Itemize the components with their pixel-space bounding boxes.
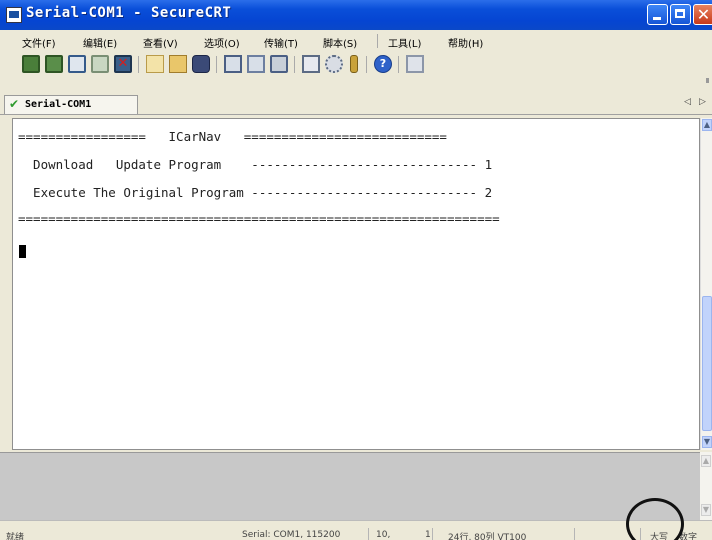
scroll-down-icon[interactable]: ▼ (702, 436, 712, 448)
menu-view[interactable]: 查看(V) (143, 35, 178, 50)
print-icon[interactable] (224, 55, 242, 73)
minimize-icon (653, 17, 661, 20)
tab-strip: ✔ Serial-COM1 ◁ ▷ (0, 94, 712, 115)
menu-tools[interactable]: 工具(L) (388, 35, 421, 50)
menu-separator (377, 34, 378, 48)
toolbar-separator (138, 56, 139, 73)
status-col: 1 (425, 530, 431, 540)
tab-scroll-right-icon[interactable]: ▷ (699, 97, 706, 107)
toolbar-overflow-icon[interactable] (706, 78, 709, 83)
menu-options[interactable]: 选项(O) (204, 35, 240, 50)
toolbar-separator (216, 56, 217, 73)
key-icon[interactable] (350, 55, 358, 73)
tab-serial-com1[interactable]: ✔ Serial-COM1 (4, 95, 138, 114)
securecrt-window: Serial-COM1 - SecureCRT ✕ 文件(F) 编辑(E) 查看… (0, 0, 712, 540)
toolbar-separator (398, 56, 399, 73)
menu-transfer[interactable]: 传输(T) (264, 35, 298, 50)
connect-icon[interactable] (22, 55, 40, 73)
status-separator (368, 528, 369, 540)
terminal-line: ========================================… (18, 211, 500, 226)
minimize-button[interactable] (647, 4, 668, 25)
menu-script[interactable]: 脚本(S) (323, 35, 357, 50)
terminal-cursor (19, 245, 26, 258)
menu-edit[interactable]: 编辑(E) (83, 35, 117, 50)
command-scroll-down-icon[interactable]: ▼ (701, 504, 711, 516)
menu-bar: 文件(F) 编辑(E) 查看(V) 选项(O) 传输(T) 脚本(S) 工具(L… (0, 30, 712, 52)
scrollbar-thumb[interactable] (702, 296, 712, 431)
maximize-button[interactable] (670, 4, 691, 25)
terminal-line: ================= ICarNav ==============… (18, 129, 447, 144)
status-connection: Serial: COM1, 115200 (242, 530, 341, 540)
status-bar: 就绪 Serial: COM1, 115200 10, 1 24行, 80列 V… (0, 520, 712, 540)
copy-icon[interactable] (146, 55, 164, 73)
toolbar-separator (366, 56, 367, 73)
command-scroll-up-icon[interactable]: ▲ (701, 455, 711, 467)
connect-in-tab-icon[interactable] (68, 55, 86, 73)
window-title: Serial-COM1 - SecureCRT (26, 5, 232, 21)
find-icon[interactable] (192, 55, 210, 73)
status-separator (432, 528, 433, 540)
checkmark-icon: ✔ (9, 97, 20, 111)
scroll-up-icon[interactable]: ▲ (702, 119, 712, 131)
reconnect-icon[interactable] (91, 55, 109, 73)
title-bar[interactable]: Serial-COM1 - SecureCRT ✕ (0, 0, 712, 30)
tab-scroll-left-icon[interactable]: ◁ (684, 97, 691, 107)
status-row: 10, (376, 530, 391, 540)
app-icon[interactable] (6, 7, 22, 23)
menu-file[interactable]: 文件(F) (22, 35, 56, 50)
paste-icon[interactable] (169, 55, 187, 73)
status-size: 24行, 80列 VT100 (448, 533, 527, 540)
terminal-line: Download Update Program ----------------… (18, 157, 493, 172)
help-icon[interactable]: ? (374, 55, 392, 73)
global-options-icon[interactable] (325, 55, 343, 73)
print-selection-icon[interactable] (247, 55, 265, 73)
disconnect-icon[interactable]: ✕ (114, 55, 132, 73)
map-icon[interactable] (406, 55, 424, 73)
terminal-area[interactable]: ================= ICarNav ==============… (12, 118, 700, 450)
terminal-line: Execute The Original Program -----------… (18, 185, 493, 200)
close-button[interactable]: ✕ (693, 4, 712, 25)
command-window[interactable] (0, 452, 700, 521)
maximize-icon (675, 9, 685, 18)
quick-connect-icon[interactable] (45, 55, 63, 73)
session-options-icon[interactable] (302, 55, 320, 73)
tab-label: Serial-COM1 (25, 99, 92, 110)
status-ready: 就绪 (6, 533, 25, 540)
terminal-scrollbar[interactable]: ▲ ▼ (700, 118, 712, 450)
status-separator (574, 528, 575, 540)
menu-help[interactable]: 帮助(H) (448, 35, 483, 50)
printer-setup-icon[interactable] (270, 55, 288, 73)
toolbar-separator (294, 56, 295, 73)
close-icon: ✕ (696, 5, 711, 24)
toolbar: ✕ ? (0, 52, 712, 94)
command-window-scrollbar[interactable]: ▲ ▼ (700, 452, 712, 520)
